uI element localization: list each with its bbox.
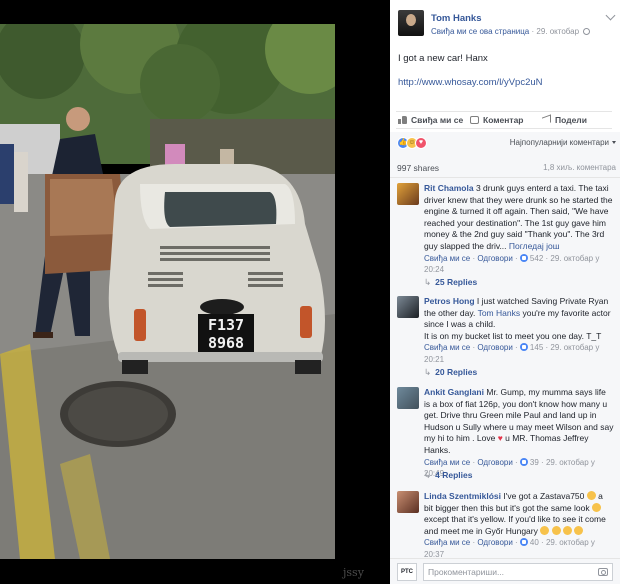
view-replies-link[interactable]: 4 Replies <box>424 470 472 481</box>
author-name[interactable]: Tom Hanks <box>431 13 482 24</box>
comment-button[interactable]: Коментар <box>468 115 540 125</box>
like-count-icon <box>519 253 528 262</box>
current-user-avatar[interactable]: PTC <box>397 563 417 581</box>
comment-like-count[interactable]: 145 <box>530 343 543 352</box>
comment-like-count[interactable]: 40 <box>530 538 539 547</box>
comment-icon <box>470 116 479 124</box>
post-text: I got a new car! Hanx <box>398 53 488 64</box>
svg-text:8968: 8968 <box>208 334 244 352</box>
commenter-name[interactable]: Ankit Ganglani <box>424 387 484 397</box>
post-stats-row: 997 shares 1,8 хиљ. коментара <box>390 154 620 178</box>
share-label: Подели <box>555 115 587 125</box>
comment-text-second-line: It is on my bucket list to meet you one … <box>424 330 602 341</box>
comment-label: Коментар <box>483 115 524 125</box>
view-replies-link[interactable]: 20 Replies <box>424 367 477 378</box>
heart-emoji-icon: ♥ <box>497 433 503 444</box>
comment-composer: PTC <box>390 558 620 584</box>
commenter-name[interactable]: Rit Chamola <box>424 183 474 193</box>
comment-sort-dropdown[interactable]: Најпопуларнији коментари <box>510 138 616 147</box>
heart-eyes-emoji-icon <box>562 525 572 535</box>
comment-reply-link[interactable]: Одговори <box>477 254 512 263</box>
comment-text: I've got a Zastava750 <box>503 491 585 501</box>
author-avatar[interactable] <box>398 10 424 36</box>
smile-emoji-icon <box>591 502 601 512</box>
reactions-row: 👍 ☺ ♥ Најпопуларнији коментари <box>390 132 620 154</box>
commenter-name[interactable]: Petros Hong <box>424 296 475 306</box>
comment-body: Linda Szentmiklósi I've got a Zastava750… <box>424 491 614 558</box>
comment-like-link[interactable]: Свиђа ми се <box>424 343 470 352</box>
comments-list: Rit Chamola 3 drunk guys enterd a taxi. … <box>390 178 620 558</box>
watermark-text: jssy <box>343 566 364 579</box>
post-link[interactable]: http://www.whosay.com/l/yVpc2uN <box>398 77 543 88</box>
svg-text:F137: F137 <box>208 316 244 334</box>
comments-count[interactable]: 1,8 хиљ. коментара <box>543 163 616 172</box>
comment-like-link[interactable]: Свиђа ми се <box>424 254 470 263</box>
camera-icon[interactable] <box>598 568 608 576</box>
commenter-name[interactable]: Linda Szentmiklósi <box>424 491 501 501</box>
shares-count[interactable]: 997 shares <box>397 163 439 173</box>
wink-emoji-icon <box>574 525 584 535</box>
comment-meta: Свиђа ми се · Одговори · 40 · 29. октоба… <box>424 538 595 558</box>
photo-viewer: F137 8968 jssy <box>0 0 390 584</box>
share-button[interactable]: Подели <box>540 114 612 126</box>
grin-emoji-icon <box>540 525 550 535</box>
commenter-avatar[interactable] <box>397 491 419 513</box>
comment-input[interactable] <box>423 563 613 581</box>
like-icon <box>398 116 407 124</box>
comment-reply-link[interactable]: Одговори <box>477 343 512 352</box>
comment-like-count[interactable]: 39 <box>530 458 539 467</box>
post-date[interactable]: 29. октобар <box>536 27 579 36</box>
globe-icon <box>583 28 591 35</box>
comment-meta: Свиђа ми се · Одговори · 542 · 29. октоб… <box>424 253 600 275</box>
comment-like-link[interactable]: Свиђа ми се <box>424 538 470 547</box>
comment-body: Rit Chamola 3 drunk guys enterd a taxi. … <box>424 183 614 276</box>
chevron-down-icon[interactable] <box>605 10 616 21</box>
mentioned-page-link[interactable]: Tom Hanks <box>478 308 521 318</box>
post-side-panel: Tom Hanks Свиђа ми се ова страница · 29.… <box>390 0 620 584</box>
love-reaction-icon[interactable]: ♥ <box>415 137 427 149</box>
like-button[interactable]: Свиђа ми се <box>396 115 468 125</box>
view-replies-link[interactable]: 25 Replies <box>424 277 477 288</box>
like-count-icon <box>519 343 528 352</box>
comment-like-count[interactable]: 542 <box>530 254 543 263</box>
commenter-avatar[interactable] <box>397 183 419 205</box>
like-label: Свиђа ми се <box>411 115 464 125</box>
comment-reply-link[interactable]: Одговори <box>477 538 512 547</box>
post-photo[interactable]: F137 8968 <box>0 24 335 559</box>
comment-like-link[interactable]: Свиђа ми се <box>424 458 470 467</box>
comment-body: Ankit Ganglani Mr. Gump, my mumma says l… <box>424 387 614 480</box>
comment-reply-link[interactable]: Одговори <box>477 458 512 467</box>
post-actions-bar: Свиђа ми се Коментар Подели <box>396 111 612 129</box>
commenter-avatar[interactable] <box>397 296 419 318</box>
see-more-link[interactable]: Погледај још <box>509 241 560 251</box>
post-header: Tom Hanks Свиђа ми се ова страница · 29.… <box>398 8 618 42</box>
commenter-avatar[interactable] <box>397 387 419 409</box>
car-photo-illustration: F137 8968 <box>0 24 335 559</box>
comment-body: Petros Hong I just watched Saving Privat… <box>424 296 614 366</box>
like-count-icon <box>519 538 528 547</box>
share-icon <box>542 114 551 126</box>
like-page-link[interactable]: Свиђа ми се ова страница <box>431 27 529 36</box>
like-count-icon <box>519 457 528 466</box>
star-eyes-emoji-icon <box>586 491 596 500</box>
comment-meta: Свиђа ми се · Одговори · 145 · 29. октоб… <box>424 343 600 364</box>
laugh-emoji-icon <box>551 525 561 535</box>
post-subline: Свиђа ми се ова страница · 29. октобар <box>431 27 591 36</box>
